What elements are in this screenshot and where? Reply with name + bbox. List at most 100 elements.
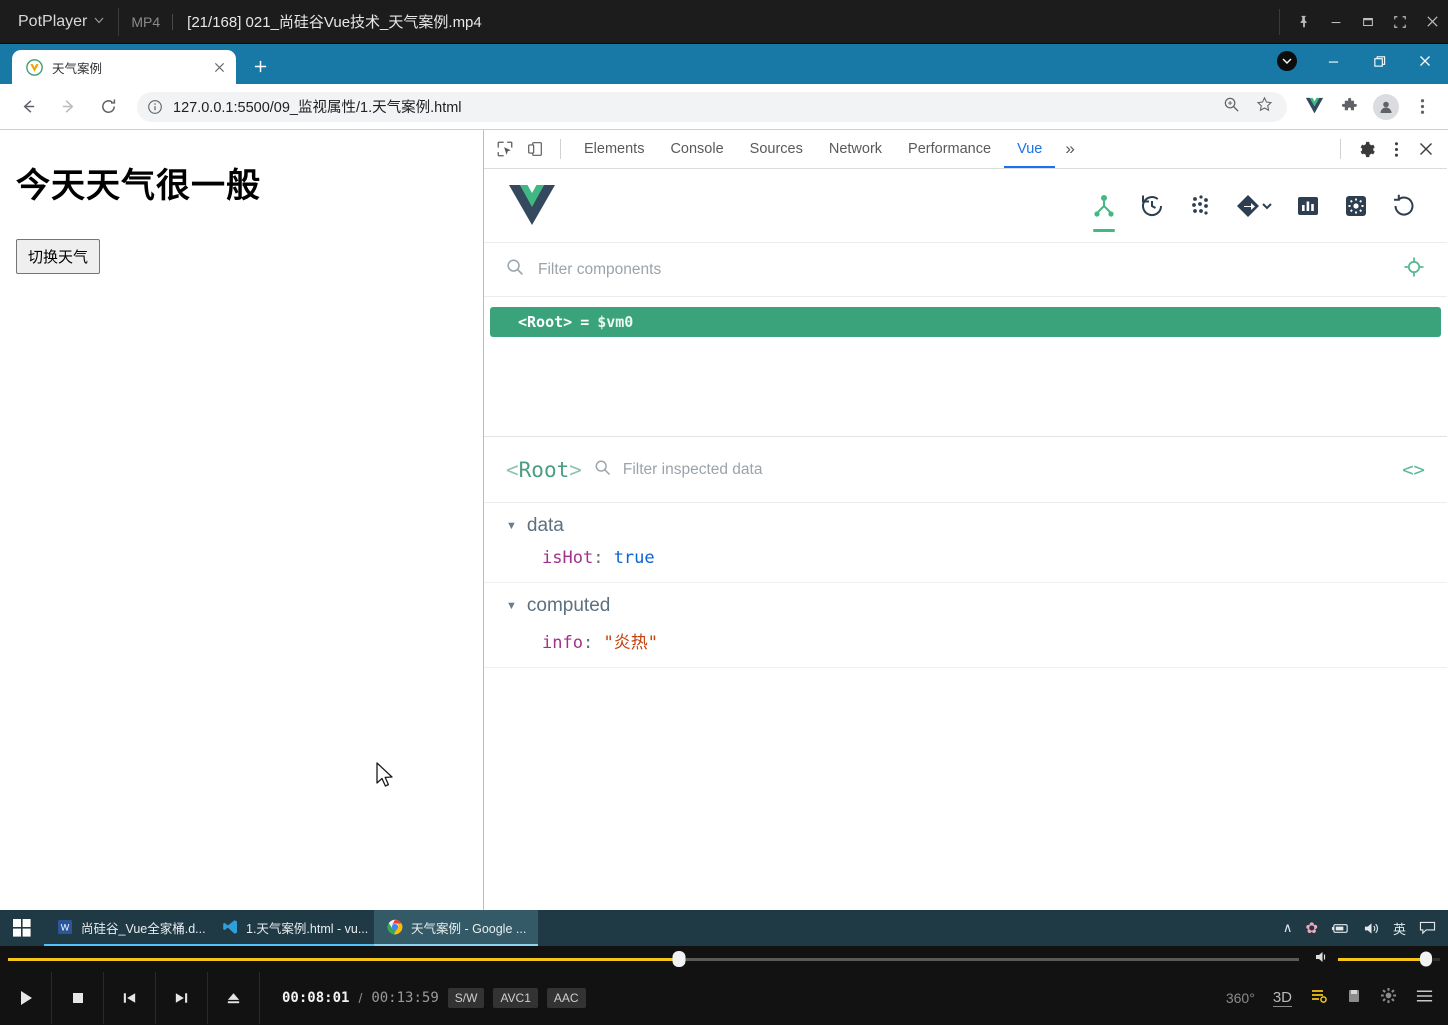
stop-button[interactable] <box>52 972 104 1024</box>
seek-handle[interactable] <box>672 951 686 967</box>
chrome-window-controls <box>1264 44 1448 84</box>
chevron-down-icon <box>94 16 104 27</box>
minimize-icon[interactable] <box>1320 0 1352 44</box>
performance-chart-icon[interactable] <box>1295 180 1321 232</box>
volume-icon[interactable] <box>1363 921 1380 936</box>
inspector-entry-value[interactable]: true <box>614 548 655 568</box>
bookmark-star-icon[interactable] <box>1256 96 1273 118</box>
potplayer-controls: 00:08:01 / 00:13:59 S/W AVC1 AAC 360° 3D <box>0 946 1448 1025</box>
more-tabs-icon[interactable]: » <box>1055 139 1084 159</box>
settings-gear-icon[interactable] <box>1343 180 1369 232</box>
inspector-group-header[interactable]: ▼ data <box>484 515 1447 537</box>
potplayer-brand-label: PotPlayer <box>18 12 88 30</box>
play-button[interactable] <box>0 972 52 1024</box>
badge-decoder[interactable]: S/W <box>447 988 485 1008</box>
tab-performance[interactable]: Performance <box>895 130 1004 168</box>
vuex-icon[interactable] <box>1187 180 1213 232</box>
target-crosshair-icon[interactable] <box>1403 256 1425 283</box>
back-icon[interactable] <box>11 90 45 124</box>
forward-icon[interactable] <box>51 90 85 124</box>
menu-icon[interactable] <box>1415 988 1434 1009</box>
taskbar-item-word[interactable]: W 尚硅谷_Vue全家桶.d... <box>44 910 209 946</box>
potplayer-brand-menu[interactable]: PotPlayer <box>0 0 118 43</box>
chevron-down-icon[interactable]: ▼ <box>506 600 517 612</box>
close-tab-icon[interactable] <box>210 58 228 76</box>
inspector-entry-value[interactable]: "炎热" <box>603 633 657 653</box>
toggle-weather-button[interactable]: 切换天气 <box>16 239 101 274</box>
volume-handle[interactable] <box>1419 951 1432 967</box>
devtools-menu-icon[interactable] <box>1381 134 1411 164</box>
refresh-icon[interactable] <box>1391 180 1417 232</box>
close-icon[interactable] <box>1416 0 1448 44</box>
badge-video-codec[interactable]: AVC1 <box>493 988 538 1008</box>
settings-gear-icon[interactable] <box>1380 987 1397 1009</box>
address-bar[interactable]: 127.0.0.1:5500/09_监视属性/1.天气案例.html <box>137 91 1287 122</box>
ime-language-indicator[interactable]: 英 <box>1393 919 1406 938</box>
chrome-window: 天气案例 127.0.0.1:5500/09_监视属性/1.天气案例.html … <box>0 44 1448 910</box>
inspector-entry[interactable]: info: "炎热" <box>484 628 1447 653</box>
playlist-icon[interactable] <box>1310 988 1328 1009</box>
battery-icon[interactable] <box>1331 922 1350 935</box>
routes-icon[interactable] <box>1235 180 1273 232</box>
tab-network[interactable]: Network <box>816 130 895 168</box>
pin-icon[interactable] <box>1288 0 1320 44</box>
browser-tab[interactable]: 天气案例 <box>12 50 236 84</box>
reload-icon[interactable] <box>91 90 125 124</box>
close-devtools-icon[interactable] <box>1411 134 1441 164</box>
profile-avatar-icon[interactable] <box>1372 93 1400 121</box>
info-circle-icon[interactable] <box>147 99 163 115</box>
show-hidden-icons-icon[interactable]: ∧ <box>1283 920 1293 936</box>
vue-extension-icon[interactable] <box>1300 93 1328 121</box>
maximize-icon[interactable] <box>1352 0 1384 44</box>
chrome-content-area: 今天天气很一般 切换天气 Elements Console Sources Ne… <box>0 130 1448 910</box>
volume-bar[interactable] <box>1338 951 1440 967</box>
chevron-down-icon[interactable]: ▼ <box>506 520 517 532</box>
previous-button[interactable] <box>104 972 156 1024</box>
settings-gear-icon[interactable] <box>1351 134 1381 164</box>
windows-taskbar: W 尚硅谷_Vue全家桶.d... 1.天气案例.html - vu... 天气… <box>0 910 1448 946</box>
component-tree-row-root[interactable]: <Root> = $vm0 <box>490 307 1441 337</box>
system-tray: ∧ ✿ 英 <box>1283 919 1448 938</box>
vscode-icon <box>221 919 238 936</box>
extensions-puzzle-icon[interactable] <box>1336 93 1364 121</box>
components-tree-icon[interactable] <box>1091 180 1117 232</box>
inspect-element-icon[interactable] <box>490 134 520 164</box>
taskbar-item-chrome[interactable]: 天气案例 - Google ... <box>374 910 539 946</box>
new-tab-button[interactable] <box>246 52 274 80</box>
flower-icon[interactable]: ✿ <box>1305 919 1318 937</box>
chrome-profile-indicator-icon[interactable] <box>1264 44 1310 78</box>
button-360[interactable]: 360° <box>1226 990 1255 1006</box>
device-toolbar-icon[interactable] <box>520 134 550 164</box>
inspector-entry[interactable]: isHot: true <box>484 548 1447 568</box>
volume-icon[interactable] <box>1315 950 1331 969</box>
button-3d[interactable]: 3D <box>1272 989 1292 1007</box>
open-in-editor-icon[interactable]: <> <box>1402 459 1425 481</box>
filter-inspected-data-input[interactable] <box>622 460 1391 479</box>
bookmark-icon[interactable] <box>1346 988 1362 1009</box>
tab-console[interactable]: Console <box>657 130 736 168</box>
component-tree-row-label: <Root> <box>518 313 573 331</box>
seek-bar[interactable] <box>8 951 1299 967</box>
filter-components-input[interactable] <box>538 260 1389 279</box>
close-icon[interactable] <box>1402 44 1448 78</box>
vue-toolbar <box>484 169 1447 243</box>
tab-elements[interactable]: Elements <box>571 130 657 168</box>
tab-sources[interactable]: Sources <box>737 130 816 168</box>
zoom-icon[interactable] <box>1223 96 1240 118</box>
timeline-history-icon[interactable] <box>1139 180 1165 232</box>
minimize-icon[interactable] <box>1310 44 1356 78</box>
fullscreen-icon[interactable] <box>1384 0 1416 44</box>
action-center-icon[interactable] <box>1419 921 1436 936</box>
divider <box>560 139 561 159</box>
taskbar-item-vscode[interactable]: 1.天气案例.html - vu... <box>209 910 374 946</box>
windows-start-icon[interactable] <box>0 910 44 946</box>
inspector-group-header[interactable]: ▼ computed <box>484 595 1447 617</box>
badge-audio-codec[interactable]: AAC <box>546 988 586 1008</box>
current-time: 00:08:01 <box>282 990 350 1006</box>
media-filename: [21/168] 021_尚硅谷Vue技术_天气案例.mp4 <box>187 14 482 31</box>
eject-button[interactable] <box>208 972 260 1024</box>
tab-vue[interactable]: Vue <box>1004 130 1055 168</box>
restore-icon[interactable] <box>1356 44 1402 78</box>
next-button[interactable] <box>156 972 208 1024</box>
chrome-menu-icon[interactable] <box>1408 93 1436 121</box>
